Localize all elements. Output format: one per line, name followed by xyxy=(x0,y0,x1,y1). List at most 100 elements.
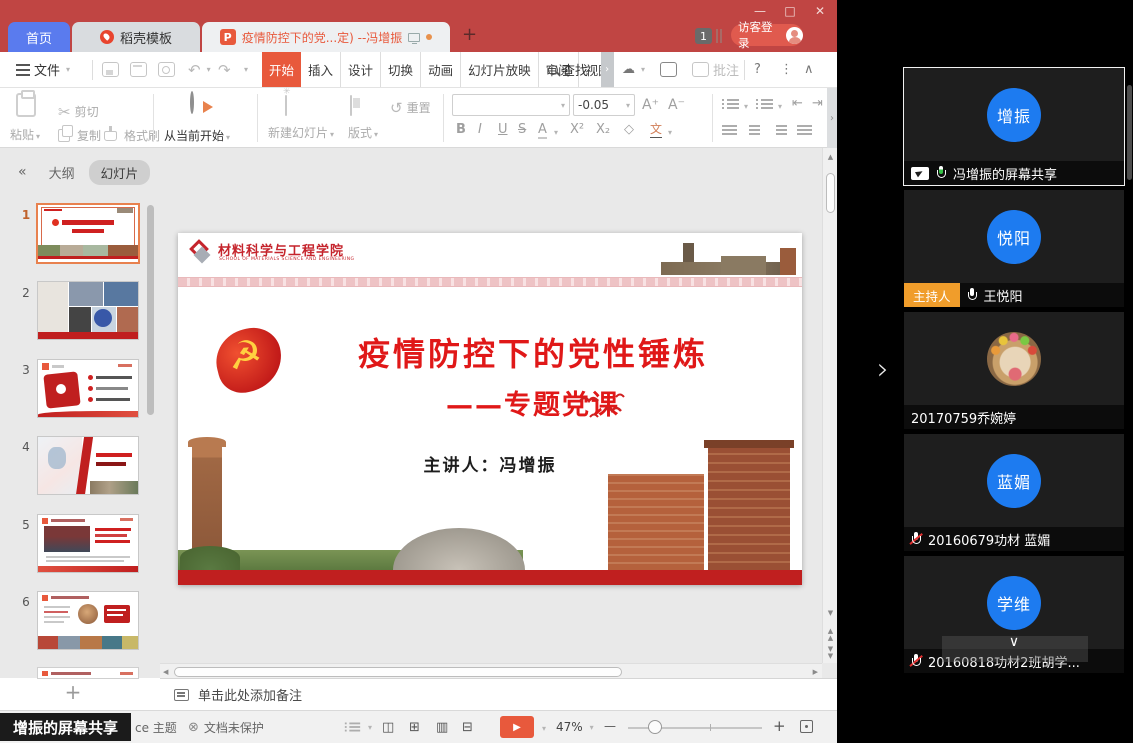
zoom-in-button[interactable]: + xyxy=(773,717,786,735)
minimize-button[interactable]: — xyxy=(750,4,770,18)
slide-thumbnail-2[interactable] xyxy=(38,282,138,339)
zoom-out-button[interactable]: — xyxy=(604,719,616,733)
align-left-icon[interactable] xyxy=(722,124,737,136)
notes-toggle-button[interactable]: ▾ xyxy=(344,711,372,743)
slide-thumbnail-4[interactable] xyxy=(38,437,138,494)
print-button[interactable] xyxy=(130,52,147,87)
previous-slide-icon[interactable]: ▲▲ xyxy=(823,628,838,642)
ribbon-tab-home[interactable]: 开始 xyxy=(262,52,301,87)
scroll-down-icon[interactable]: ▼ xyxy=(823,610,838,617)
scrollbar-thumb[interactable] xyxy=(174,667,622,677)
notes-bar[interactable]: 单击此处添加备注 xyxy=(160,678,837,710)
slide-subtitle[interactable]: ——专题党课 xyxy=(298,383,768,422)
horizontal-scrollbar[interactable]: ◀ ▶ xyxy=(160,663,822,679)
fit-to-window-icon[interactable] xyxy=(800,720,813,733)
find-button[interactable]: 查找 xyxy=(548,52,588,87)
new-slide-button[interactable]: 新建幻灯片▾ xyxy=(285,96,287,115)
collapse-pane-button[interactable]: « xyxy=(18,164,27,180)
font-family-select[interactable]: ▾ xyxy=(452,94,570,116)
save-button[interactable] xyxy=(102,52,119,87)
font-size-select[interactable]: -0.05▾ xyxy=(573,94,635,116)
ribbon-tab-insert[interactable]: 插入 xyxy=(301,52,341,87)
share-button[interactable] xyxy=(660,52,677,87)
slides-tab[interactable]: 幻灯片 xyxy=(89,160,151,185)
slide-title[interactable]: 疫情防控下的党性锤炼 xyxy=(298,329,768,375)
phonetic-guide-button[interactable]: 文 xyxy=(650,120,662,138)
justify-icon[interactable] xyxy=(797,124,812,136)
play-from-current-button[interactable]: 从当前开始▾ xyxy=(190,93,194,112)
normal-view-icon[interactable]: ◫ xyxy=(382,720,394,735)
collapse-ribbon-button[interactable]: ∧ xyxy=(804,52,814,87)
slide-thumbnail-1[interactable] xyxy=(38,205,138,262)
comment-button[interactable]: 批注 xyxy=(692,52,739,87)
tab-list-icon[interactable] xyxy=(716,29,722,43)
tab-home[interactable]: 首页 xyxy=(8,22,70,52)
ribbon-tab-design[interactable]: 设计 xyxy=(341,52,381,87)
ribbon-tab-animation[interactable]: 动画 xyxy=(421,52,461,87)
slide-thumbnail-7-partial[interactable] xyxy=(38,668,138,678)
align-right-icon[interactable] xyxy=(772,124,787,136)
guest-login-button[interactable]: 访客登录 xyxy=(731,24,803,46)
preview-button[interactable] xyxy=(158,52,175,87)
scroll-left-icon[interactable]: ◀ xyxy=(163,668,168,676)
slide-canvas[interactable]: 材料科学与工程学院 SCHOOL OF MATERIALS SCIENCE AN… xyxy=(178,233,802,585)
font-color-button[interactable]: A xyxy=(538,122,547,139)
clear-format-button[interactable]: ◇ xyxy=(624,122,634,137)
bold-button[interactable]: B xyxy=(456,122,466,137)
participant-tile-2[interactable]: 悦阳 主持人 王悦阳 xyxy=(904,190,1124,307)
add-slide-button[interactable]: + xyxy=(60,682,86,704)
ribbon-tab-transition[interactable]: 切换 xyxy=(381,52,421,87)
toolbar-expand-button[interactable]: › xyxy=(827,88,837,148)
shrink-font-button[interactable]: A⁻ xyxy=(668,97,685,113)
undo-button[interactable]: ↶▾ xyxy=(188,52,211,87)
numbered-list-icon[interactable] xyxy=(756,98,773,110)
tab-template[interactable]: 稻壳模板 xyxy=(72,22,200,52)
grow-font-button[interactable]: A⁺ xyxy=(642,97,659,113)
scroll-up-icon[interactable]: ▲ xyxy=(823,154,838,161)
zoom-level[interactable]: 47%▾ xyxy=(556,711,594,743)
italic-button[interactable]: I xyxy=(478,122,482,137)
next-slide-icon[interactable]: ▼▼ xyxy=(823,646,838,660)
slideshow-play-button[interactable]: ▶ xyxy=(500,716,534,738)
help-button[interactable]: ? xyxy=(754,52,761,87)
document-protection[interactable]: ⊗ 文档未保护 xyxy=(188,711,264,743)
chevron-down-icon[interactable]: ▾ xyxy=(542,724,546,733)
conference-scrollbar[interactable] xyxy=(1127,85,1132,180)
ribbon-tab-slideshow[interactable]: 幻灯片放映 xyxy=(461,52,539,87)
redo-button[interactable]: ↷ xyxy=(218,52,231,87)
participant-tile-3[interactable]: 20170759乔婉婷 xyxy=(904,312,1124,429)
more-participants-icon[interactable]: ∨ xyxy=(1009,634,1019,650)
slide-thumbnail-5[interactable] xyxy=(38,515,138,572)
vertical-scrollbar[interactable]: ▲ ▼ ▲▲ ▼▼ xyxy=(822,148,837,663)
reset-button[interactable]: ↺重置 xyxy=(390,90,431,125)
align-center-icon[interactable] xyxy=(747,124,762,136)
slide-thumbnail-3[interactable] xyxy=(38,360,138,417)
outline-tab[interactable]: 大纲 xyxy=(49,163,75,182)
outdent-icon[interactable]: ⇤ xyxy=(792,96,803,111)
slide-thumbnail-6[interactable] xyxy=(38,592,138,649)
participant-tile-1[interactable]: 增振 冯增振的屏幕共享 xyxy=(904,68,1124,185)
maximize-button[interactable]: □ xyxy=(780,4,800,18)
file-menu[interactable]: 文件 ▾ xyxy=(16,52,70,87)
close-button[interactable]: ✕ xyxy=(810,4,830,18)
underline-button[interactable]: U xyxy=(498,122,508,137)
indent-icon[interactable]: ⇥ xyxy=(812,96,823,111)
reading-view-icon[interactable]: ▥ xyxy=(436,720,448,735)
panel-expand-icon[interactable]: › xyxy=(877,352,889,387)
scroll-right-icon[interactable]: ▶ xyxy=(813,668,818,676)
quickbar-more-button[interactable]: ▾ xyxy=(242,52,248,87)
theme-label[interactable]: ce 主题 xyxy=(135,711,177,743)
ribbon-tabs-overflow-button[interactable]: › xyxy=(601,52,614,87)
new-tab-button[interactable]: + xyxy=(462,26,477,44)
strikethrough-button[interactable]: S xyxy=(518,122,526,137)
participant-tile-4[interactable]: 蓝媚 20160679功材 蓝媚 xyxy=(904,434,1124,551)
superscript-button[interactable]: X² xyxy=(570,122,584,137)
slide-sorter-icon[interactable]: ⊞ xyxy=(409,720,420,735)
slideshow-view-icon[interactable]: ⊟ xyxy=(462,720,473,735)
participant-tile-5[interactable]: 学维 20160818功材2班胡学... ∨ xyxy=(904,556,1124,673)
zoom-slider-handle[interactable] xyxy=(648,720,662,734)
thumbnail-scrollbar[interactable] xyxy=(147,205,154,415)
subscript-button[interactable]: X₂ xyxy=(596,122,610,137)
tab-document[interactable]: P 疫情防控下的党...定) --冯增振 xyxy=(202,22,450,52)
cloud-sync-button[interactable]: ☁▾ xyxy=(622,52,645,87)
